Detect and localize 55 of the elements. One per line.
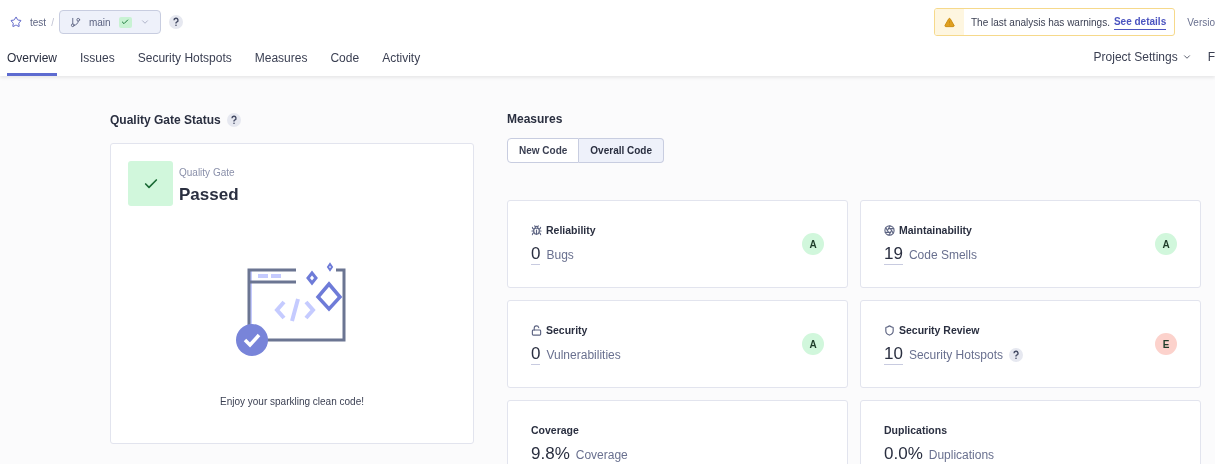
measure-value[interactable]: 0.0% [884,444,923,464]
measure-value[interactable]: 0 [531,244,541,266]
nav-tab[interactable]: Issues [80,44,115,76]
measure-unit: Coverage [575,446,628,464]
measure-title: Coverage [531,422,579,438]
quality-gate-label: Quality Gate [179,166,236,180]
rating-badge: A [1155,233,1177,255]
measure-unit: Code Smells [908,246,977,264]
measure-title: Security [546,322,588,338]
nav-tab[interactable]: Measures [254,44,308,76]
branch-selector[interactable]: main [58,10,161,34]
help-icon[interactable] [168,15,183,29]
help-icon[interactable] [1008,347,1023,362]
section-title: Measures [507,111,564,128]
section-title: Quality Gate Status [110,112,221,129]
measure-value[interactable]: 9.8% [531,444,570,464]
measure-title: Security Review [899,322,980,338]
project-settings-menu[interactable]: Project Settings [1093,48,1192,66]
rating-badge: A [802,333,824,355]
rating-badge: A [802,233,824,255]
code-toggle-button[interactable]: Overall Code [579,138,665,163]
breadcrumb-separator: / [51,15,54,30]
nav-tab[interactable]: Code [330,44,360,76]
nav-tab[interactable]: Activity [382,44,421,76]
code-toggle-button[interactable]: New Code [507,138,580,163]
measure-unit: Security Hotspots [908,346,1003,364]
chevron-down-icon [1181,52,1192,62]
shield-icon [884,325,895,336]
measure-unit: Duplications [928,446,995,464]
measure-unit: Bugs [546,246,574,264]
project-link[interactable]: test [30,14,47,30]
rating-badge: E [1155,333,1177,355]
branch-icon [69,16,81,28]
version-label: Versio [1187,15,1215,30]
measure-unit: Vulnerabilities [546,346,621,364]
measure-title: Reliability [546,222,596,238]
chevron-down-icon [139,17,150,27]
measure-title: Duplications [884,422,947,438]
aperture-icon [884,225,895,236]
quality-gate-status: Passed [179,184,239,206]
bug-icon [531,225,542,236]
menu-item[interactable]: F [1207,48,1215,66]
favorite-star-icon[interactable] [10,16,22,28]
quality-gate-message: Enjoy your sparkling clean code! [220,394,364,409]
help-icon[interactable] [226,113,241,127]
measure-value[interactable]: 19 [884,244,903,266]
warning-text: The last analysis has warnings. [970,15,1110,30]
measure-value[interactable]: 0 [531,344,541,366]
lock-icon [531,325,542,336]
warning-icon [943,16,955,28]
see-details-link[interactable]: See details [1113,14,1167,30]
measure-value[interactable]: 10 [884,344,903,366]
nav-tab[interactable]: Overview [7,44,57,76]
measure-title: Maintainability [899,222,972,238]
nav-tab[interactable]: Security Hotspots [137,44,232,76]
